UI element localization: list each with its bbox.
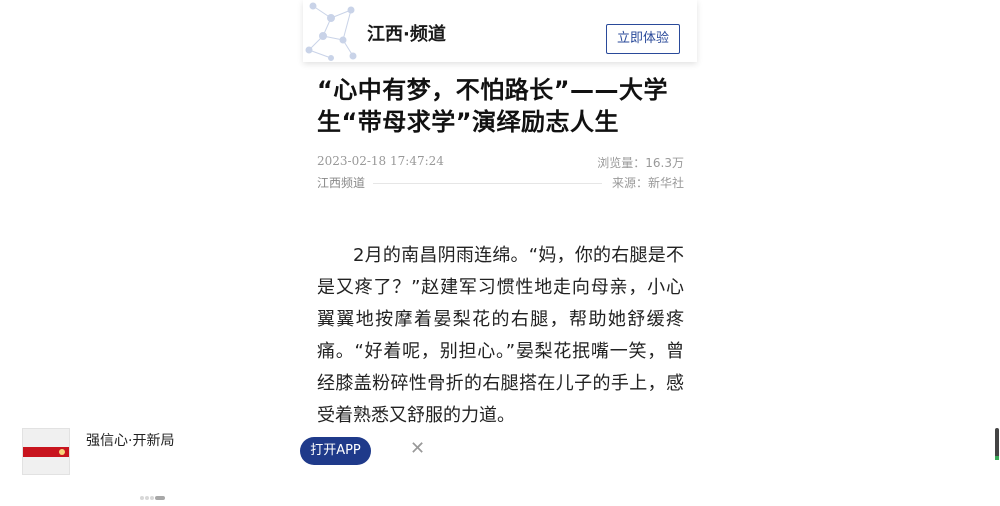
close-icon[interactable]: ✕ xyxy=(410,438,425,459)
article: “心中有梦，不怕路长”——大学生“带母求学”演绎励志人生 2023-02-18 … xyxy=(317,74,684,432)
meta-row-source: 江西频道 来源：新华社 xyxy=(317,174,684,194)
publish-datetime: 2023-02-18 17:47:24 xyxy=(317,154,444,168)
meta-row-date: 2023-02-18 17:47:24 浏览量：16.3万 xyxy=(317,154,684,174)
carousel-dot[interactable] xyxy=(140,495,144,500)
promo-thumbnail[interactable] xyxy=(22,428,70,475)
promo-title[interactable]: 强信心·开新局 xyxy=(86,430,174,450)
channel-title[interactable]: 江西·频道 xyxy=(367,20,446,46)
promo-banner-dot xyxy=(59,449,65,455)
channel-link[interactable]: 江西频道 xyxy=(317,174,374,191)
view-count: 浏览量：16.3万 xyxy=(597,156,684,170)
article-headline: “心中有梦，不怕路长”——大学生“带母求学”演绎励志人生 xyxy=(317,76,669,136)
source-label: 来源：新华社 xyxy=(611,176,684,190)
open-app-button[interactable]: 打开APP xyxy=(300,437,371,465)
scrollbar-marker xyxy=(995,456,999,460)
article-paragraph: 2月的南昌阴雨连绵。“妈，你的右腿是不是又疼了？”赵建军习惯性地走向母亲，小心翼… xyxy=(317,245,684,426)
try-now-button[interactable]: 立即体验 xyxy=(606,24,680,54)
carousel-dot[interactable] xyxy=(150,495,154,500)
scrollbar-thumb[interactable] xyxy=(995,428,999,458)
carousel-indicator xyxy=(140,487,166,500)
meta-divider xyxy=(373,183,602,184)
carousel-dot[interactable] xyxy=(145,495,149,500)
network-pattern-icon xyxy=(305,2,357,61)
carousel-dot-active[interactable] xyxy=(155,495,165,500)
channel-header: 江西·频道 立即体验 xyxy=(303,0,697,62)
